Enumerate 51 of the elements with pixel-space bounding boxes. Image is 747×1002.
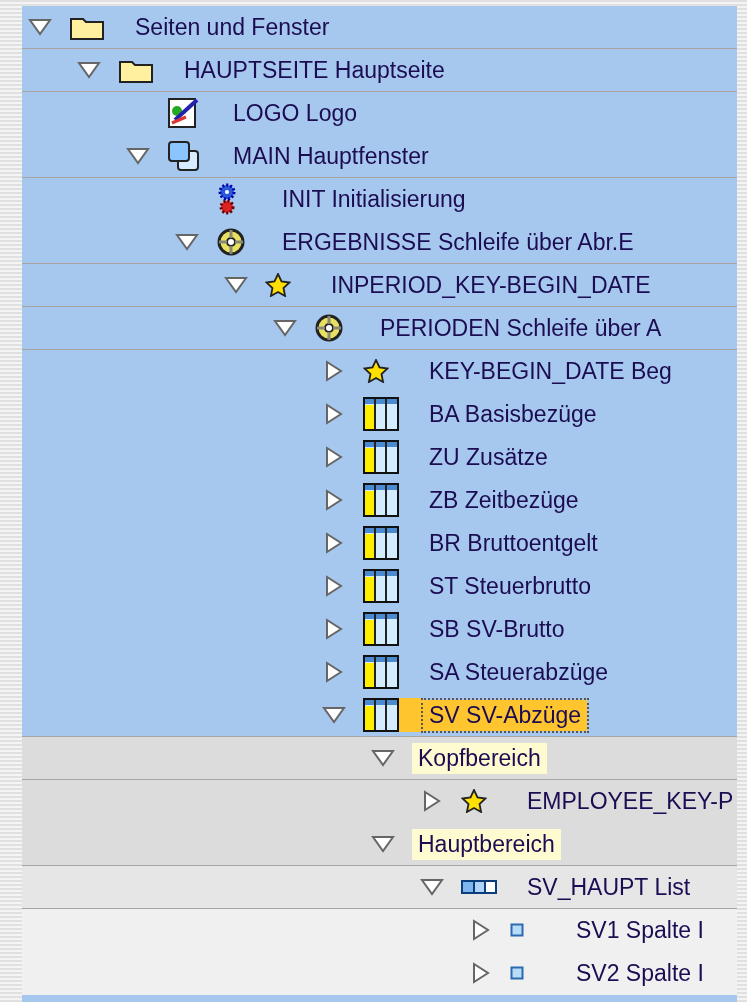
tree-node-label[interactable]: MAIN Hauptfenster <box>227 140 435 172</box>
tree-node-label[interactable]: LOGO Logo <box>227 97 364 129</box>
tree-node-label[interactable]: INPERIOD_KEY-BEGIN_DATE <box>325 269 657 301</box>
tree-node-label[interactable]: SV_HAUPT List <box>521 871 697 903</box>
star-icon <box>265 273 291 297</box>
tree-node-label[interactable]: BA Basisbezüge <box>423 398 603 430</box>
tree-node-label[interactable]: ZB Zeitbezüge <box>423 484 585 516</box>
expand-arrow-icon[interactable] <box>273 317 297 339</box>
picture-pencil-icon <box>167 96 201 130</box>
expand-arrow-icon[interactable] <box>224 274 248 296</box>
expand-arrow-icon[interactable] <box>126 145 150 167</box>
tree-node-label[interactable]: INIT Initialisierung <box>276 183 472 215</box>
tree-node-label[interactable]: Kopfbereich <box>412 742 547 774</box>
star-icon <box>461 789 487 813</box>
table-icon <box>363 655 399 689</box>
expand-arrow-icon[interactable] <box>175 231 199 253</box>
ring-icon <box>314 313 344 343</box>
tree-node-label[interactable]: Seiten und Fenster <box>129 11 336 43</box>
table-icon <box>363 612 399 646</box>
expand-arrow-icon[interactable] <box>322 704 346 726</box>
tree-node-label[interactable]: PERIODEN Schleife über A <box>374 312 668 344</box>
table-icon <box>363 440 399 474</box>
tree-node-label[interactable]: BR Bruttoentgelt <box>423 527 604 559</box>
tree-node-label[interactable]: ERGEBNISSE Schleife über Abr.E <box>276 226 640 258</box>
tree-node-label[interactable]: ST Steuerbrutto <box>423 570 597 602</box>
gear-icon <box>216 183 238 215</box>
tree-node-label[interactable]: SB SV-Brutto <box>423 613 571 645</box>
tree-node-label[interactable]: ZU Zusätze <box>423 441 554 473</box>
square-icon <box>510 923 524 937</box>
table-icon <box>363 397 399 431</box>
tree-node-label[interactable]: Hauptbereich <box>412 828 561 860</box>
tree-node-label[interactable]: SA Steuerabzüge <box>423 656 615 688</box>
list-icon <box>461 880 497 894</box>
table-icon <box>363 526 399 560</box>
expand-arrow-icon[interactable] <box>371 833 395 855</box>
ring-icon <box>216 227 246 257</box>
expand-arrow-icon[interactable] <box>77 59 101 81</box>
windows-icon <box>167 140 201 172</box>
tree-node-label[interactable]: KEY-BEGIN_DATE Beg <box>423 355 678 387</box>
square-icon <box>510 966 524 980</box>
star-icon <box>363 359 389 383</box>
expand-arrow-icon[interactable] <box>420 876 444 898</box>
tree-node-label[interactable]: SV1 Spalte I <box>570 914 710 946</box>
tree-node-label[interactable]: SV2 Spalte I <box>570 957 710 989</box>
table-icon <box>363 569 399 603</box>
expand-arrow-icon[interactable] <box>371 747 395 769</box>
tree-node-label[interactable]: HAUPTSEITE Hauptseite <box>178 54 451 86</box>
tree-node-label[interactable]: SV SV-Abzüge <box>423 699 588 731</box>
expand-arrow-icon[interactable] <box>28 16 52 38</box>
table-icon <box>363 483 399 517</box>
table-icon <box>363 698 399 732</box>
